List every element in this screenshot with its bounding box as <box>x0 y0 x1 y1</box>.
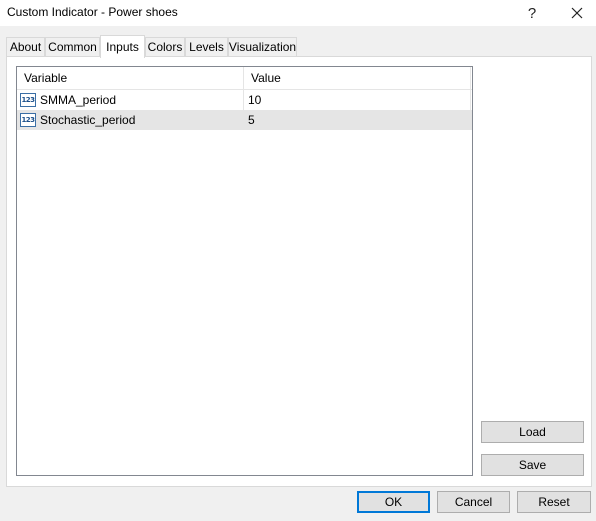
help-button[interactable]: ? <box>512 0 552 26</box>
ok-button[interactable]: OK <box>357 491 430 513</box>
close-icon <box>571 7 583 19</box>
tab-colors[interactable]: Colors <box>145 37 185 56</box>
help-icon: ? <box>527 4 537 22</box>
close-button[interactable] <box>557 0 596 26</box>
tab-visualization[interactable]: Visualization <box>228 37 297 56</box>
numeric-type-icon: 123 <box>20 113 36 127</box>
tab-common[interactable]: Common <box>45 37 100 56</box>
reset-button[interactable]: Reset <box>517 491 591 513</box>
load-button[interactable]: Load <box>481 421 584 443</box>
table-row[interactable]: 123 SMMA_period 10 <box>17 90 472 110</box>
column-header-variable[interactable]: Variable <box>17 67 244 89</box>
title-bar: Custom Indicator - Power shoes ? <box>0 0 596 26</box>
variable-cell: 123 SMMA_period <box>17 90 244 110</box>
list-header: Variable Value <box>17 67 472 90</box>
column-header-value[interactable]: Value <box>244 67 471 89</box>
save-button[interactable]: Save <box>481 454 584 476</box>
value-cell[interactable]: 10 <box>244 90 471 110</box>
variable-name: SMMA_period <box>40 93 117 107</box>
inputs-list[interactable]: Variable Value 123 SMMA_period 10 123 St… <box>16 66 473 476</box>
variable-name: Stochastic_period <box>40 113 136 127</box>
tab-about[interactable]: About <box>6 37 45 56</box>
tab-inputs[interactable]: Inputs <box>100 35 145 58</box>
window-title: Custom Indicator - Power shoes <box>7 5 178 19</box>
value-cell[interactable]: 5 <box>244 110 471 130</box>
variable-cell: 123 Stochastic_period <box>17 110 244 130</box>
tab-levels[interactable]: Levels <box>185 37 228 56</box>
numeric-type-icon: 123 <box>20 93 36 107</box>
table-row-selected[interactable]: 123 Stochastic_period 5 <box>17 110 472 130</box>
cancel-button[interactable]: Cancel <box>437 491 510 513</box>
